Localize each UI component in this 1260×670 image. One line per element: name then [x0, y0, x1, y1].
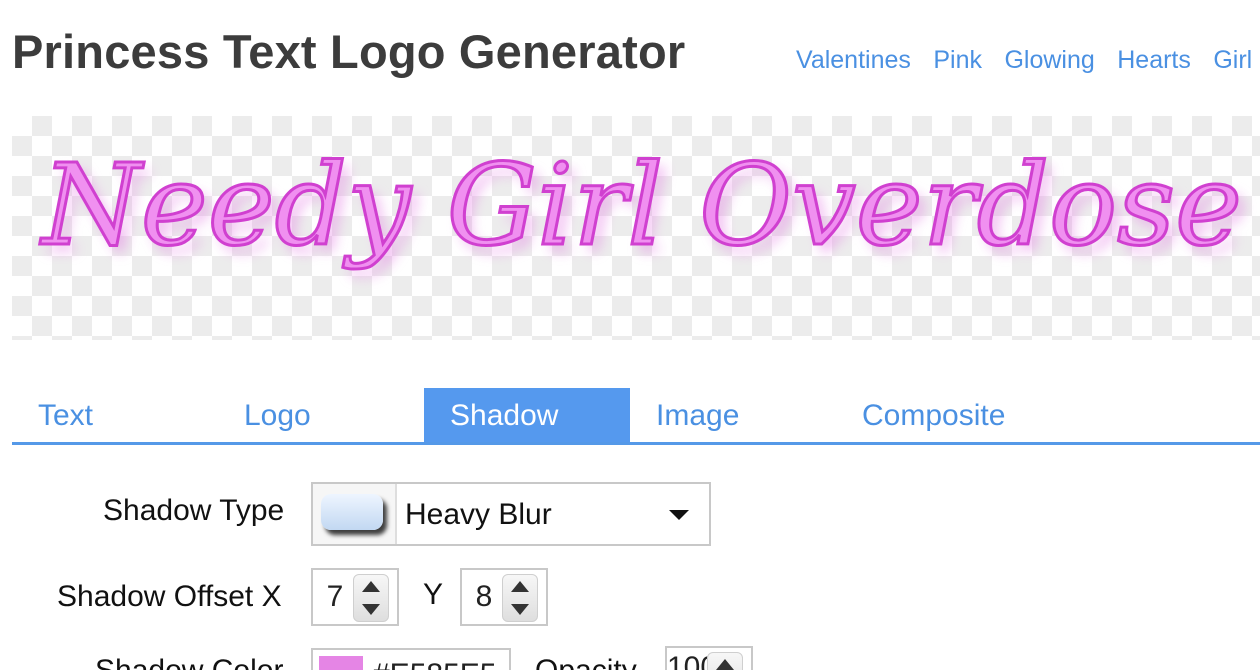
- arrow-down-icon[interactable]: [511, 604, 529, 615]
- shadow-type-select[interactable]: Heavy Blur: [311, 482, 711, 546]
- chevron-down-icon: [669, 510, 689, 520]
- page-title: Princess Text Logo Generator: [12, 25, 686, 78]
- shadow-offset-y-label: Y: [423, 578, 444, 611]
- shadow-color-picker[interactable]: #E585E5: [311, 648, 511, 670]
- shadow-color-label: Shadow Color: [95, 654, 283, 670]
- offset-x-input[interactable]: [313, 570, 357, 624]
- logo-preview-image: Needy Girl Overdose Needy Girl Overdose: [37, 140, 1249, 280]
- offset-y-spin-buttons[interactable]: [502, 574, 538, 622]
- opacity-label: Opacity: [535, 654, 637, 670]
- offset-y-stepper: [460, 568, 548, 626]
- arrow-up-icon[interactable]: [511, 581, 529, 592]
- opacity-stepper: [665, 646, 753, 670]
- shadow-type-label: Shadow Type: [103, 494, 285, 527]
- arrow-down-icon[interactable]: [362, 604, 380, 615]
- opacity-spin-buttons[interactable]: [707, 652, 743, 670]
- link-glowing[interactable]: Glowing: [1004, 46, 1094, 74]
- shadow-color-value: #E585E5: [373, 658, 496, 670]
- top-links-nav: Valentines Pink Glowing Hearts Girl: [796, 46, 1260, 75]
- tab-image[interactable]: Image: [656, 388, 739, 442]
- shadow-offset-x-label: Shadow Offset X: [57, 580, 282, 613]
- shadow-type-preview: [313, 484, 397, 544]
- logo-text: Needy Girl Overdose: [39, 141, 1242, 271]
- link-pink[interactable]: Pink: [933, 46, 982, 74]
- arrow-up-icon[interactable]: [716, 659, 734, 670]
- shadow-type-value: Heavy Blur: [405, 498, 552, 531]
- tab-text[interactable]: Text: [38, 388, 93, 442]
- color-swatch: [319, 656, 363, 670]
- link-girl[interactable]: Girl: [1213, 46, 1252, 74]
- arrow-up-icon[interactable]: [362, 581, 380, 592]
- offset-x-stepper: [311, 568, 399, 626]
- offset-y-input[interactable]: [462, 570, 506, 624]
- link-valentines[interactable]: Valentines: [796, 46, 911, 74]
- offset-x-spin-buttons[interactable]: [353, 574, 389, 622]
- tab-bar: Text Logo Shadow Image Composite: [12, 388, 1260, 445]
- link-hearts[interactable]: Hearts: [1117, 46, 1191, 74]
- page: Princess Text Logo Generator Valentines …: [0, 0, 1260, 670]
- tab-shadow[interactable]: Shadow: [424, 388, 630, 442]
- tab-composite[interactable]: Composite: [862, 388, 1005, 442]
- logo-preview: Needy Girl Overdose Needy Girl Overdose: [12, 116, 1260, 340]
- shadow-swatch-icon: [321, 494, 383, 530]
- opacity-input[interactable]: [667, 648, 711, 670]
- tab-logo[interactable]: Logo: [244, 388, 311, 442]
